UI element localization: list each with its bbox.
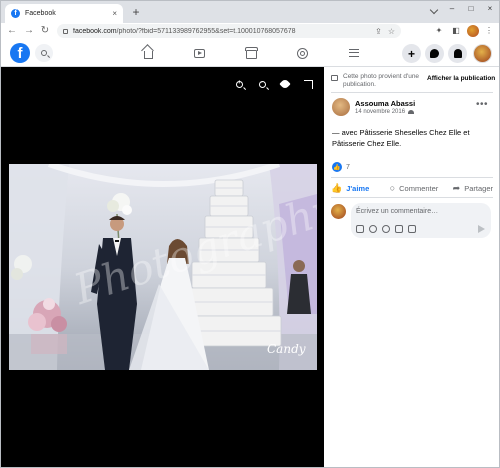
tab-strip: f Facebook × + – □ ×: [1, 1, 499, 23]
facebook-logo[interactable]: f: [10, 43, 30, 63]
post-date[interactable]: 14 novembre 2016: [355, 109, 405, 115]
notice-text: Cette photo provient d'une publication.: [343, 73, 420, 88]
lock-icon: [63, 28, 68, 34]
zoom-out-icon: -: [258, 80, 266, 88]
create-button[interactable]: +: [402, 44, 421, 63]
zoom-in-button[interactable]: +: [232, 77, 246, 91]
video-nav[interactable]: [191, 45, 207, 61]
wedding-photo[interactable]: Photography Candy: [9, 164, 317, 370]
share-arrow-icon: ➦: [452, 182, 461, 193]
camera-icon[interactable]: [382, 225, 390, 233]
forward-button[interactable]: →: [23, 24, 35, 38]
home-icon: [143, 50, 153, 59]
minimize-button[interactable]: –: [443, 4, 461, 13]
toolbar: ← → ↻ facebook.com/photo/?fbid=571133989…: [1, 23, 499, 39]
zoom-in-icon: +: [235, 80, 243, 88]
share-button[interactable]: ➦ Partager: [447, 181, 493, 195]
comment-bubble-icon: ○: [389, 183, 396, 193]
post-caption: — avec Pâtisserie Sheselles Chez Elle et…: [332, 128, 470, 148]
menu-nav[interactable]: [346, 45, 362, 61]
facebook-favicon-icon: f: [11, 9, 20, 18]
bell-icon: [453, 49, 462, 58]
address-bar[interactable]: facebook.com/photo/?fbid=571133989762955…: [57, 24, 401, 38]
search-icon: [41, 50, 47, 56]
avatar-sticker-icon[interactable]: [356, 225, 364, 233]
groups-nav[interactable]: [294, 45, 310, 61]
tab-close-icon[interactable]: ×: [112, 9, 117, 18]
gif-icon[interactable]: [395, 225, 403, 233]
reload-button[interactable]: ↻: [39, 24, 51, 38]
extensions-icon[interactable]: ✦: [433, 25, 445, 37]
author-name[interactable]: Assouma Abassi: [355, 99, 415, 108]
commenter-avatar: [331, 204, 346, 219]
photo-viewer: + - Photography Candy: [1, 67, 324, 467]
menu-icon: [349, 49, 359, 57]
author-avatar[interactable]: [332, 98, 350, 116]
messenger-button[interactable]: [425, 44, 444, 63]
profile-avatar[interactable]: [467, 25, 479, 37]
divider: [331, 197, 493, 198]
tab-title: Facebook: [25, 10, 56, 17]
facebook-header: f +: [1, 39, 499, 67]
close-window-button[interactable]: ×: [481, 4, 499, 13]
marketplace-icon: [245, 46, 259, 59]
tag-icon: [279, 78, 291, 90]
back-button[interactable]: ←: [6, 24, 18, 38]
post-notice: Cette photo provient d'une publication. …: [331, 73, 499, 91]
comment-tools: [356, 225, 416, 233]
friends-audience-icon: [408, 110, 415, 114]
divider: [331, 177, 493, 178]
reactions-summary[interactable]: 👍 7: [332, 162, 350, 172]
side-panel-icon[interactable]: ◧: [450, 25, 462, 37]
reaction-count: 7: [346, 163, 350, 171]
photo-info-icon: [331, 75, 338, 81]
like-reaction-icon: 👍: [332, 162, 342, 172]
zoom-out-button[interactable]: -: [255, 77, 269, 91]
home-nav[interactable]: [140, 45, 156, 61]
post-panel: Cette photo provient d'une publication. …: [324, 67, 499, 467]
candy-watermark: Candy: [267, 342, 306, 356]
emoji-icon[interactable]: [369, 225, 377, 233]
search-button[interactable]: [35, 44, 53, 62]
comment-box[interactable]: Écrivez un commentaire…: [351, 203, 491, 238]
video-icon: [193, 48, 205, 58]
share-icon[interactable]: ⇪: [375, 27, 382, 36]
thumbs-up-icon: 👍: [331, 182, 343, 193]
groups-icon: [296, 47, 308, 59]
share-label: Partager: [464, 183, 493, 193]
messenger-icon: [430, 49, 439, 58]
tab-search-chevron-icon[interactable]: [429, 5, 439, 15]
tag-button[interactable]: [278, 77, 292, 91]
new-tab-button[interactable]: +: [129, 5, 143, 19]
browser-window: f Facebook × + – □ × ← → ↻ facebook.com/…: [0, 0, 500, 468]
account-avatar[interactable]: [473, 44, 492, 63]
browser-menu-icon[interactable]: ⋮: [483, 25, 495, 37]
send-icon[interactable]: [478, 225, 485, 233]
post-meta: 14 novembre 2016: [355, 109, 415, 115]
bookmark-star-icon[interactable]: ☆: [388, 27, 395, 36]
view-post-link[interactable]: Afficher la publication: [427, 75, 495, 82]
more-options-button[interactable]: •••: [476, 100, 488, 110]
comment-button[interactable]: ○ Commenter: [381, 181, 447, 195]
like-label: J'aime: [346, 183, 370, 193]
like-button[interactable]: 👍 J'aime: [331, 181, 381, 195]
tab-facebook[interactable]: f Facebook ×: [5, 4, 123, 23]
comment-label: Commenter: [399, 183, 439, 193]
post-actions: 👍 J'aime ○ Commenter ➦ Partager: [331, 181, 493, 195]
sticker-icon[interactable]: [408, 225, 416, 233]
url-text: facebook.com/photo/?fbid=571133989762955…: [73, 27, 296, 35]
comment-input[interactable]: Écrivez un commentaire…: [356, 208, 438, 215]
maximize-button[interactable]: □: [462, 4, 480, 13]
marketplace-nav[interactable]: [243, 45, 259, 61]
divider: [331, 92, 493, 93]
notifications-button[interactable]: [448, 44, 467, 63]
expand-icon: [303, 79, 313, 89]
fullscreen-button[interactable]: [301, 77, 315, 91]
